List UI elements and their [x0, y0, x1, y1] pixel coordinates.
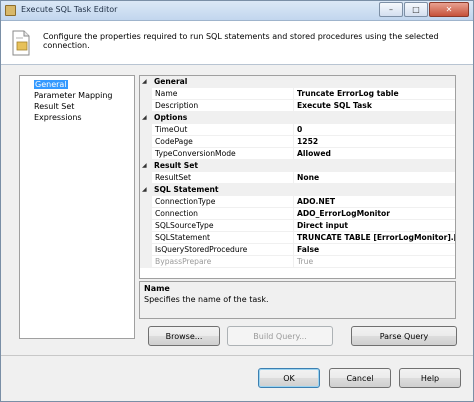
category-sql-statement[interactable]: ◢ SQL Statement	[140, 184, 455, 196]
property-value[interactable]: ADO.NET	[294, 196, 455, 208]
dialog-window: Execute SQL Task Editor – □ ✕ Configure …	[0, 0, 474, 402]
property-value[interactable]: None	[294, 172, 455, 184]
browse-button[interactable]: Browse...	[148, 326, 220, 346]
property-row-sqlstatement[interactable]: SQLStatement TRUNCATE TABLE [ErrorLogMon…	[140, 232, 455, 244]
close-button[interactable]: ✕	[429, 2, 469, 17]
property-value[interactable]: ADO_ErrorLogMonitor	[294, 208, 455, 220]
nav-item-expressions[interactable]: Expressions	[22, 112, 132, 123]
window-title: Execute SQL Task Editor	[21, 5, 118, 14]
property-name: SQLStatement	[152, 232, 294, 244]
row-gutter	[140, 244, 152, 256]
property-row-bypassprepare[interactable]: BypassPrepare True	[140, 256, 455, 268]
row-gutter	[140, 196, 152, 208]
category-label: General	[154, 77, 188, 86]
row-gutter	[140, 256, 152, 268]
description-text: Specifies the name of the task.	[144, 295, 269, 304]
property-name: Description	[152, 100, 294, 112]
property-row-resultset[interactable]: ResultSet None	[140, 172, 455, 184]
minimize-button[interactable]: –	[379, 2, 403, 17]
category-options[interactable]: ◢ Options	[140, 112, 455, 124]
property-name: TypeConversionMode	[152, 148, 294, 160]
property-row-sqlsourcetype[interactable]: SQLSourceType Direct input	[140, 220, 455, 232]
property-name: BypassPrepare	[152, 256, 294, 268]
property-value[interactable]: Allowed	[294, 148, 455, 160]
category-label: Options	[154, 113, 188, 122]
nav-item-label: Result Set	[34, 102, 75, 111]
collapse-icon[interactable]: ◢	[142, 76, 147, 88]
row-gutter	[140, 136, 152, 148]
property-name: Connection	[152, 208, 294, 220]
collapse-icon[interactable]: ◢	[142, 160, 147, 172]
property-value[interactable]: True	[294, 256, 455, 268]
property-grid: ◢ General Name Truncate ErrorLog table D…	[139, 75, 456, 279]
property-name: Name	[152, 88, 294, 100]
property-value[interactable]: Execute SQL Task	[294, 100, 455, 112]
help-button[interactable]: Help	[399, 368, 461, 388]
category-label: Result Set	[154, 161, 199, 170]
nav-item-general[interactable]: General	[22, 79, 132, 90]
nav-item-result-set[interactable]: Result Set	[22, 101, 132, 112]
nav-list: General Parameter Mapping Result Set Exp…	[19, 75, 135, 339]
nav-item-parameter-mapping[interactable]: Parameter Mapping	[22, 90, 132, 101]
row-gutter	[140, 148, 152, 160]
property-value[interactable]: 1252	[294, 136, 455, 148]
property-row-codepage[interactable]: CodePage 1252	[140, 136, 455, 148]
property-value[interactable]: 0	[294, 124, 455, 136]
parse-query-button[interactable]: Parse Query	[351, 326, 457, 346]
row-gutter	[140, 208, 152, 220]
task-document-icon	[12, 30, 30, 56]
maximize-button[interactable]: □	[404, 2, 428, 17]
property-name: ConnectionType	[152, 196, 294, 208]
collapse-icon[interactable]: ◢	[142, 112, 147, 124]
row-gutter	[140, 124, 152, 136]
property-row-name[interactable]: Name Truncate ErrorLog table	[140, 88, 455, 100]
cancel-button[interactable]: Cancel	[329, 368, 391, 388]
build-query-button[interactable]: Build Query...	[227, 326, 333, 346]
property-value[interactable]: Direct input	[294, 220, 455, 232]
category-label: SQL Statement	[154, 185, 219, 194]
window-controls: – □ ✕	[379, 2, 469, 17]
row-gutter	[140, 100, 152, 112]
property-row-isquerystoredprocedure[interactable]: IsQueryStoredProcedure False	[140, 244, 455, 256]
property-row-connectiontype[interactable]: ConnectionType ADO.NET	[140, 196, 455, 208]
row-gutter	[140, 172, 152, 184]
header-panel: Configure the properties required to run…	[1, 21, 473, 65]
title-bar[interactable]: Execute SQL Task Editor – □ ✕	[1, 1, 473, 21]
nav-item-label: Expressions	[34, 113, 82, 122]
row-gutter	[140, 88, 152, 100]
nav-item-label: Parameter Mapping	[34, 91, 113, 100]
property-row-description[interactable]: Description Execute SQL Task	[140, 100, 455, 112]
property-name: CodePage	[152, 136, 294, 148]
property-name: IsQueryStoredProcedure	[152, 244, 294, 256]
property-description-panel: Name Specifies the name of the task.	[139, 281, 456, 319]
button-separator	[1, 355, 473, 356]
nav-item-label: General	[34, 80, 68, 89]
description-title: Name	[144, 284, 170, 293]
row-gutter	[140, 232, 152, 244]
collapse-icon[interactable]: ◢	[142, 184, 147, 196]
property-row-typeconversionmode[interactable]: TypeConversionMode Allowed	[140, 148, 455, 160]
property-name: ResultSet	[152, 172, 294, 184]
property-row-connection[interactable]: Connection ADO_ErrorLogMonitor	[140, 208, 455, 220]
row-gutter	[140, 220, 152, 232]
category-result-set[interactable]: ◢ Result Set	[140, 160, 455, 172]
property-row-timeout[interactable]: TimeOut 0	[140, 124, 455, 136]
property-value[interactable]: TRUNCATE TABLE [ErrorLogMonitor].[dbo].[…	[294, 232, 455, 244]
ok-button[interactable]: OK	[258, 368, 320, 388]
property-name: SQLSourceType	[152, 220, 294, 232]
header-description: Configure the properties required to run…	[43, 32, 439, 50]
app-icon	[5, 5, 16, 16]
property-value[interactable]: False	[294, 244, 455, 256]
category-general[interactable]: ◢ General	[140, 76, 455, 88]
property-value[interactable]: Truncate ErrorLog table	[294, 88, 455, 100]
property-name: TimeOut	[152, 124, 294, 136]
